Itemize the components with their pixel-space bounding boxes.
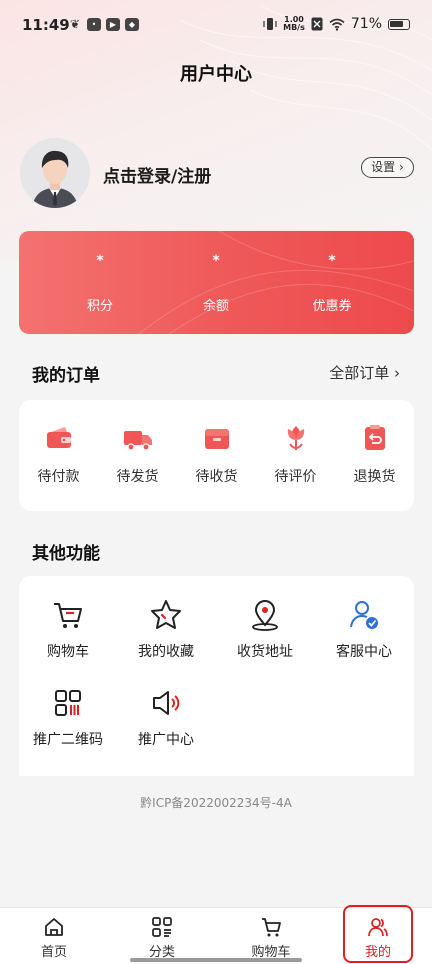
status-time: 11:49 [22, 16, 70, 34]
status-app-icons: ❦ • ▶ ◆ [68, 18, 139, 31]
status-bar: 11:49 ❦ • ▶ ◆ 1.00 MB/s 71% [0, 0, 432, 50]
gesture-home-bar[interactable] [130, 958, 302, 962]
star-icon [151, 600, 181, 629]
order-pending-receipt[interactable]: 待收货 [177, 422, 256, 486]
balance-stat[interactable]: * 余额 [156, 253, 276, 314]
account-stats-card: * 积分 * 余额 * 优惠券 [19, 231, 414, 334]
coupons-stat[interactable]: * 优惠券 [272, 253, 392, 314]
network-speed: 1.00 MB/s [283, 15, 305, 32]
leaf-icon: ❦ [69, 17, 81, 31]
functions-panel: 购物车 我的收藏 收货地址 客服中心 推广二维码 推广中心 [19, 576, 414, 776]
chevron-right-icon: › [399, 160, 404, 174]
orders-section-title: 我的订单 [32, 366, 100, 386]
functions-section-title: 其他功能 [32, 544, 100, 564]
flower-icon [287, 426, 304, 450]
sim-off-icon [311, 17, 323, 31]
play-icon: ▶ [106, 18, 120, 31]
all-orders-link[interactable]: 全部订单 › [329, 362, 400, 383]
wallet-icon [46, 427, 71, 448]
orders-panel: 待付款 待发货 待收货 待评价 退换货 [19, 400, 414, 511]
cart-icon [262, 918, 281, 937]
avatar[interactable] [20, 138, 90, 208]
return-icon [364, 425, 385, 450]
speaker-icon [153, 691, 180, 715]
active-tab-highlight [343, 905, 413, 963]
settings-button[interactable]: 设置 › [361, 157, 414, 178]
icp-record[interactable]: 黔ICP备2022002234号-4A [0, 794, 432, 811]
order-pending-shipment[interactable]: 待发货 [98, 422, 177, 486]
home-icon [45, 918, 63, 936]
box-icon [204, 429, 229, 449]
nav-category[interactable]: 分类 [122, 916, 202, 960]
function-favorites[interactable]: 我的收藏 [117, 598, 215, 661]
location-icon [252, 600, 278, 631]
function-promo-qrcode[interactable]: 推广二维码 [19, 686, 117, 749]
nav-cart[interactable]: 购物车 [231, 916, 311, 960]
order-pending-payment[interactable]: 待付款 [19, 422, 98, 486]
function-cart[interactable]: 购物车 [19, 598, 117, 661]
app-notification-icon: ◆ [125, 18, 139, 31]
category-icon [152, 917, 172, 937]
chevron-right-icon: › [394, 364, 400, 382]
cart-icon [54, 603, 82, 628]
qrcode-icon [55, 690, 81, 716]
order-pending-review[interactable]: 待评价 [256, 422, 335, 486]
status-indicators: 1.00 MB/s 71% [263, 16, 410, 32]
battery-icon [388, 18, 410, 30]
wifi-icon [329, 18, 345, 31]
app-notification-icon: • [87, 18, 101, 31]
login-register-link[interactable]: 点击登录/注册 [103, 162, 211, 187]
order-returns[interactable]: 退换货 [335, 422, 414, 486]
vibrate-icon [263, 18, 277, 30]
page-title: 用户中心 [180, 64, 252, 85]
nav-home[interactable]: 首页 [14, 916, 94, 960]
truck-icon [123, 431, 152, 451]
function-address[interactable]: 收货地址 [216, 598, 314, 661]
function-customer-service[interactable]: 客服中心 [315, 598, 413, 661]
points-stat[interactable]: * 积分 [40, 253, 160, 314]
function-promo-center[interactable]: 推广中心 [117, 686, 215, 749]
customer-service-icon [350, 601, 378, 629]
battery-percent: 71% [350, 16, 382, 32]
